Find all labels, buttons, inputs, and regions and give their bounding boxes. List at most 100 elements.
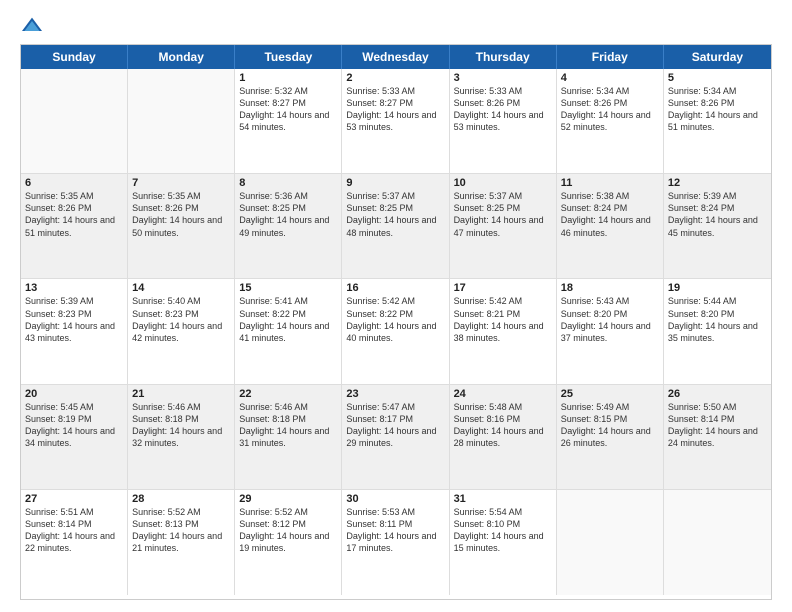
calendar-cell bbox=[128, 69, 235, 173]
cell-info-line: Sunrise: 5:39 AM bbox=[668, 190, 767, 202]
day-number: 20 bbox=[25, 388, 123, 400]
day-number: 12 bbox=[668, 177, 767, 189]
calendar-cell: 5Sunrise: 5:34 AMSunset: 8:26 PMDaylight… bbox=[664, 69, 771, 173]
weekday-header: Saturday bbox=[664, 45, 771, 69]
calendar-cell: 14Sunrise: 5:40 AMSunset: 8:23 PMDayligh… bbox=[128, 279, 235, 383]
cell-info-line: Daylight: 14 hours and 21 minutes. bbox=[132, 530, 230, 554]
calendar-cell: 2Sunrise: 5:33 AMSunset: 8:27 PMDaylight… bbox=[342, 69, 449, 173]
cell-info-line: Daylight: 14 hours and 54 minutes. bbox=[239, 109, 337, 133]
cell-info-line: Sunset: 8:25 PM bbox=[346, 202, 444, 214]
cell-info-line: Daylight: 14 hours and 49 minutes. bbox=[239, 214, 337, 238]
day-number: 7 bbox=[132, 177, 230, 189]
calendar-cell bbox=[557, 490, 664, 595]
calendar-cell: 29Sunrise: 5:52 AMSunset: 8:12 PMDayligh… bbox=[235, 490, 342, 595]
cell-info-line: Daylight: 14 hours and 48 minutes. bbox=[346, 214, 444, 238]
day-number: 16 bbox=[346, 282, 444, 294]
cell-info-line: Sunset: 8:23 PM bbox=[25, 308, 123, 320]
weekday-header: Sunday bbox=[21, 45, 128, 69]
cell-info-line: Sunset: 8:10 PM bbox=[454, 518, 552, 530]
calendar-cell: 1Sunrise: 5:32 AMSunset: 8:27 PMDaylight… bbox=[235, 69, 342, 173]
cell-info-line: Sunset: 8:17 PM bbox=[346, 413, 444, 425]
cell-info-line: Sunset: 8:16 PM bbox=[454, 413, 552, 425]
cell-info-line: Daylight: 14 hours and 50 minutes. bbox=[132, 214, 230, 238]
calendar-cell: 10Sunrise: 5:37 AMSunset: 8:25 PMDayligh… bbox=[450, 174, 557, 278]
cell-info-line: Sunrise: 5:48 AM bbox=[454, 401, 552, 413]
cell-info-line: Daylight: 14 hours and 45 minutes. bbox=[668, 214, 767, 238]
calendar-cell: 15Sunrise: 5:41 AMSunset: 8:22 PMDayligh… bbox=[235, 279, 342, 383]
cell-info-line: Sunset: 8:26 PM bbox=[668, 97, 767, 109]
cell-info-line: Sunrise: 5:42 AM bbox=[346, 295, 444, 307]
day-number: 22 bbox=[239, 388, 337, 400]
cell-info-line: Sunrise: 5:49 AM bbox=[561, 401, 659, 413]
calendar-cell: 31Sunrise: 5:54 AMSunset: 8:10 PMDayligh… bbox=[450, 490, 557, 595]
cell-info-line: Sunset: 8:27 PM bbox=[239, 97, 337, 109]
day-number: 30 bbox=[346, 493, 444, 505]
calendar-cell: 24Sunrise: 5:48 AMSunset: 8:16 PMDayligh… bbox=[450, 385, 557, 489]
cell-info-line: Daylight: 14 hours and 47 minutes. bbox=[454, 214, 552, 238]
cell-info-line: Sunrise: 5:39 AM bbox=[25, 295, 123, 307]
cell-info-line: Daylight: 14 hours and 35 minutes. bbox=[668, 320, 767, 344]
cell-info-line: Daylight: 14 hours and 19 minutes. bbox=[239, 530, 337, 554]
cell-info-line: Daylight: 14 hours and 42 minutes. bbox=[132, 320, 230, 344]
cell-info-line: Sunrise: 5:37 AM bbox=[346, 190, 444, 202]
day-number: 29 bbox=[239, 493, 337, 505]
calendar-cell: 17Sunrise: 5:42 AMSunset: 8:21 PMDayligh… bbox=[450, 279, 557, 383]
day-number: 3 bbox=[454, 72, 552, 84]
day-number: 14 bbox=[132, 282, 230, 294]
page: SundayMondayTuesdayWednesdayThursdayFrid… bbox=[0, 0, 792, 612]
cell-info-line: Daylight: 14 hours and 51 minutes. bbox=[668, 109, 767, 133]
cell-info-line: Sunrise: 5:35 AM bbox=[132, 190, 230, 202]
day-number: 9 bbox=[346, 177, 444, 189]
cell-info-line: Sunrise: 5:42 AM bbox=[454, 295, 552, 307]
day-number: 2 bbox=[346, 72, 444, 84]
cell-info-line: Daylight: 14 hours and 22 minutes. bbox=[25, 530, 123, 554]
cell-info-line: Daylight: 14 hours and 17 minutes. bbox=[346, 530, 444, 554]
cell-info-line: Daylight: 14 hours and 53 minutes. bbox=[346, 109, 444, 133]
cell-info-line: Daylight: 14 hours and 37 minutes. bbox=[561, 320, 659, 344]
day-number: 21 bbox=[132, 388, 230, 400]
cell-info-line: Sunset: 8:13 PM bbox=[132, 518, 230, 530]
cell-info-line: Sunrise: 5:46 AM bbox=[239, 401, 337, 413]
calendar-cell: 12Sunrise: 5:39 AMSunset: 8:24 PMDayligh… bbox=[664, 174, 771, 278]
calendar-cell: 30Sunrise: 5:53 AMSunset: 8:11 PMDayligh… bbox=[342, 490, 449, 595]
cell-info-line: Daylight: 14 hours and 34 minutes. bbox=[25, 425, 123, 449]
day-number: 1 bbox=[239, 72, 337, 84]
cell-info-line: Sunrise: 5:52 AM bbox=[132, 506, 230, 518]
cell-info-line: Sunset: 8:22 PM bbox=[346, 308, 444, 320]
day-number: 10 bbox=[454, 177, 552, 189]
calendar-cell: 3Sunrise: 5:33 AMSunset: 8:26 PMDaylight… bbox=[450, 69, 557, 173]
calendar-cell: 27Sunrise: 5:51 AMSunset: 8:14 PMDayligh… bbox=[21, 490, 128, 595]
cell-info-line: Sunset: 8:24 PM bbox=[561, 202, 659, 214]
cell-info-line: Sunset: 8:11 PM bbox=[346, 518, 444, 530]
cell-info-line: Daylight: 14 hours and 41 minutes. bbox=[239, 320, 337, 344]
cell-info-line: Sunrise: 5:32 AM bbox=[239, 85, 337, 97]
calendar-cell: 16Sunrise: 5:42 AMSunset: 8:22 PMDayligh… bbox=[342, 279, 449, 383]
cell-info-line: Sunrise: 5:53 AM bbox=[346, 506, 444, 518]
cell-info-line: Sunset: 8:26 PM bbox=[561, 97, 659, 109]
cell-info-line: Sunset: 8:19 PM bbox=[25, 413, 123, 425]
cell-info-line: Daylight: 14 hours and 28 minutes. bbox=[454, 425, 552, 449]
cell-info-line: Daylight: 14 hours and 26 minutes. bbox=[561, 425, 659, 449]
calendar-row: 13Sunrise: 5:39 AMSunset: 8:23 PMDayligh… bbox=[21, 279, 771, 384]
cell-info-line: Sunrise: 5:51 AM bbox=[25, 506, 123, 518]
day-number: 11 bbox=[561, 177, 659, 189]
cell-info-line: Sunset: 8:21 PM bbox=[454, 308, 552, 320]
cell-info-line: Sunrise: 5:52 AM bbox=[239, 506, 337, 518]
cell-info-line: Sunset: 8:18 PM bbox=[132, 413, 230, 425]
cell-info-line: Daylight: 14 hours and 53 minutes. bbox=[454, 109, 552, 133]
cell-info-line: Daylight: 14 hours and 43 minutes. bbox=[25, 320, 123, 344]
cell-info-line: Sunrise: 5:35 AM bbox=[25, 190, 123, 202]
calendar-cell bbox=[664, 490, 771, 595]
cell-info-line: Daylight: 14 hours and 46 minutes. bbox=[561, 214, 659, 238]
day-number: 24 bbox=[454, 388, 552, 400]
calendar-cell: 4Sunrise: 5:34 AMSunset: 8:26 PMDaylight… bbox=[557, 69, 664, 173]
cell-info-line: Sunset: 8:20 PM bbox=[561, 308, 659, 320]
weekday-header: Friday bbox=[557, 45, 664, 69]
cell-info-line: Sunrise: 5:33 AM bbox=[454, 85, 552, 97]
cell-info-line: Sunrise: 5:47 AM bbox=[346, 401, 444, 413]
cell-info-line: Sunset: 8:18 PM bbox=[239, 413, 337, 425]
calendar-header: SundayMondayTuesdayWednesdayThursdayFrid… bbox=[21, 45, 771, 69]
cell-info-line: Sunset: 8:14 PM bbox=[668, 413, 767, 425]
day-number: 17 bbox=[454, 282, 552, 294]
header bbox=[20, 16, 772, 36]
